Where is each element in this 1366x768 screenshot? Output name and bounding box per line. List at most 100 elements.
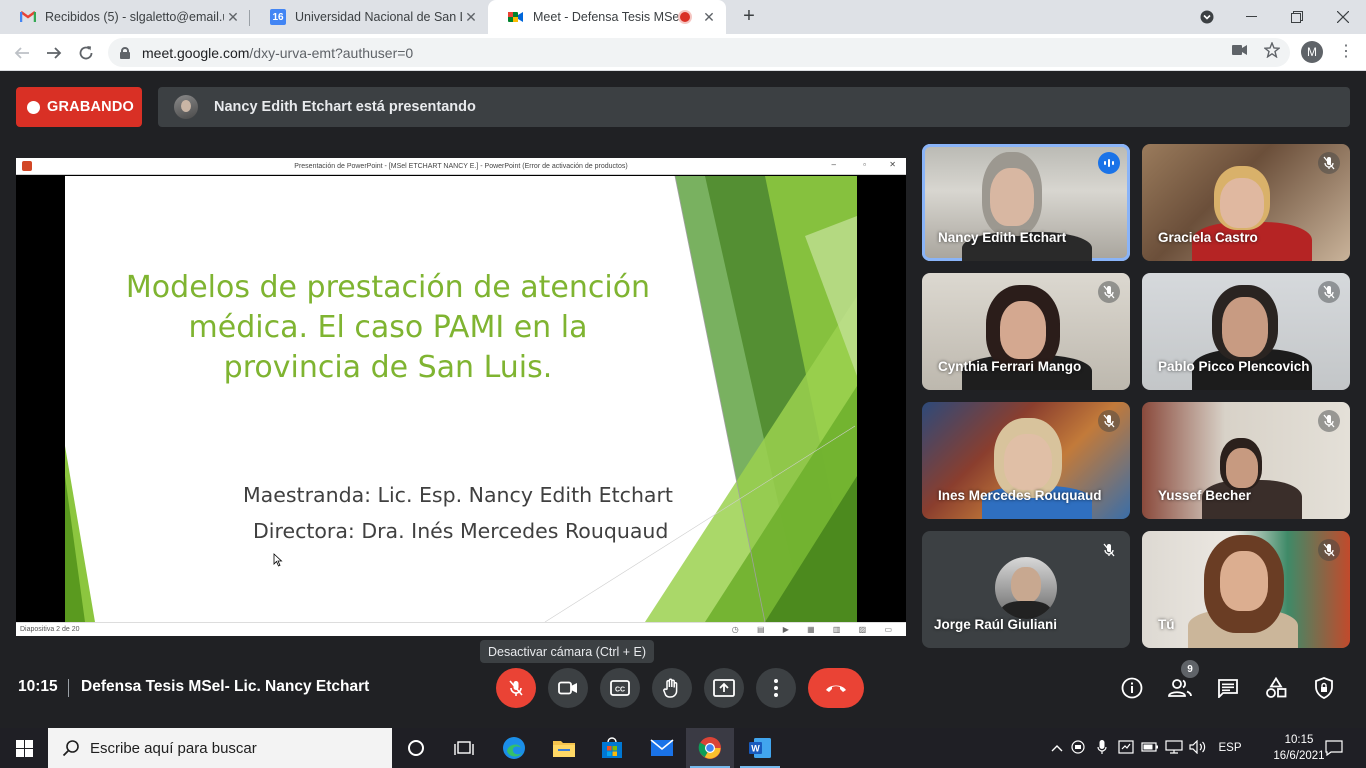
chrome-icon: [698, 737, 721, 759]
file-explorer-button[interactable]: [540, 728, 588, 768]
mic-muted-icon: [1318, 152, 1340, 174]
meeting-clock: 10:15: [18, 678, 58, 695]
hand-icon: [663, 678, 678, 698]
back-arrow-icon[interactable]: [9, 40, 35, 66]
participant-tile[interactable]: Ines Mercedes Rouquaud: [922, 402, 1130, 519]
microphone-icon[interactable]: [1090, 739, 1114, 758]
mic-muted-icon: [1318, 410, 1340, 432]
cortana-button[interactable]: [392, 728, 440, 768]
store-icon: [602, 737, 622, 758]
profile-avatar[interactable]: M: [1301, 41, 1323, 63]
mic-muted-icon: [1098, 281, 1120, 303]
participant-name: Ines Mercedes Rouquaud: [938, 488, 1102, 503]
powerpoint-window-title: Presentación de PowerPoint - [MSel ETCHA…: [294, 162, 628, 170]
leave-call-button[interactable]: [808, 668, 864, 708]
host-controls-button[interactable]: [1312, 676, 1336, 700]
camera-tooltip: Desactivar cámara (Ctrl + E): [480, 640, 655, 663]
language-indicator[interactable]: ESP: [1210, 742, 1250, 754]
recording-dot-icon: [680, 12, 690, 22]
task-view-button[interactable]: [440, 728, 488, 768]
close-tab-icon[interactable]: ✕: [700, 9, 718, 26]
system-tray: ESP: [1048, 728, 1250, 768]
tab-search-icon[interactable]: [1184, 0, 1230, 34]
captions-icon: CC: [610, 680, 630, 696]
raise-hand-button[interactable]: [652, 668, 692, 708]
participant-tile-self[interactable]: Tú: [1142, 531, 1350, 648]
participant-tile[interactable]: Cynthia Ferrari Mango: [922, 273, 1130, 390]
mail-button[interactable]: [638, 728, 686, 768]
participant-name: Pablo Picco Plencovich: [1158, 359, 1310, 374]
browser-toolbar: meet.google.com/dxy-urva-emt?authuser=0 …: [0, 34, 1366, 71]
powerpoint-statusbar: Diapositiva 2 de 20 ◷ ▤ ▶ ▦ ▥ ▨ ▭: [16, 622, 906, 636]
windows-logo-icon: [15, 739, 33, 757]
address-bar[interactable]: meet.google.com/dxy-urva-emt?authuser=0: [108, 38, 1290, 67]
presenter-banner: Nancy Edith Etchart está presentando: [158, 87, 1350, 127]
meeting-details-button[interactable]: [1120, 676, 1144, 700]
reload-icon[interactable]: [73, 40, 99, 66]
shared-presentation[interactable]: Presentación de PowerPoint - [MSel ETCHA…: [16, 158, 906, 636]
close-window-icon[interactable]: [1320, 0, 1366, 34]
close-icon: ✕: [889, 160, 896, 169]
forward-arrow-icon[interactable]: [41, 40, 67, 66]
slide-title-line: provincia de San Luis.: [223, 350, 553, 385]
divider: [68, 679, 69, 697]
browser-menu-icon[interactable]: ⋮: [1338, 42, 1354, 62]
slide: Modelos de prestación de atención médica…: [65, 176, 857, 622]
close-tab-icon[interactable]: ✕: [224, 9, 242, 26]
taskbar-search-box[interactable]: Escribe aquí para buscar: [48, 728, 392, 768]
chat-button[interactable]: [1216, 676, 1240, 700]
battery-icon[interactable]: [1138, 741, 1162, 755]
calendar-icon: 16: [270, 9, 286, 25]
toggle-mic-button[interactable]: [496, 668, 536, 708]
taskbar-clock[interactable]: 10:15 16/6/2021: [1270, 732, 1328, 764]
participant-tile[interactable]: Graciela Castro: [1142, 144, 1350, 261]
onedrive-icon[interactable]: [1114, 739, 1138, 757]
captions-button[interactable]: CC: [600, 668, 640, 708]
tab-meet[interactable]: Meet - Defensa Tesis MSel- L ✕: [488, 0, 726, 34]
svg-text:CC: CC: [615, 687, 625, 694]
taskbar-date: 16/6/2021: [1273, 750, 1325, 762]
meet-tray-icon[interactable]: [1066, 739, 1090, 757]
more-options-button[interactable]: [756, 668, 796, 708]
store-button[interactable]: [588, 728, 636, 768]
windows-taskbar: Escribe aquí para buscar W ESP 10:15 16/…: [0, 728, 1366, 768]
network-icon[interactable]: [1162, 739, 1186, 757]
record-dot-icon: [27, 100, 40, 114]
chevron-up-icon[interactable]: [1048, 741, 1066, 755]
meeting-title: Defensa Tesis MSel- Lic. Nancy Etchart: [81, 678, 370, 695]
new-tab-button[interactable]: +: [738, 5, 760, 27]
edge-icon: [503, 737, 525, 759]
chrome-button[interactable]: [686, 728, 734, 768]
close-tab-icon[interactable]: ✕: [462, 9, 480, 26]
participant-name: Cynthia Ferrari Mango: [938, 359, 1082, 374]
camera-blocked-icon[interactable]: [1231, 41, 1249, 59]
participant-tile[interactable]: Pablo Picco Plencovich: [1142, 273, 1350, 390]
toggle-camera-button[interactable]: [548, 668, 588, 708]
edge-button[interactable]: [490, 728, 538, 768]
tab-title: Recibidos (5) - slgaletto@email.u: [45, 10, 224, 24]
taskbar-time: 10:15: [1284, 734, 1314, 746]
tab-title: Meet - Defensa Tesis MSel- L: [533, 10, 680, 24]
bookmark-star-icon[interactable]: [1263, 41, 1281, 59]
participant-tile[interactable]: Nancy Edith Etchart: [922, 144, 1130, 261]
tab-gmail[interactable]: Recibidos (5) - slgaletto@email.u ✕: [0, 0, 250, 34]
start-button[interactable]: [0, 728, 48, 768]
shield-lock-icon: [1315, 677, 1333, 699]
notification-icon: [1325, 740, 1343, 756]
participants-button[interactable]: [1168, 676, 1192, 700]
participant-tile[interactable]: Yussef Becher: [1142, 402, 1350, 519]
restore-icon[interactable]: [1274, 0, 1320, 34]
mic-muted-icon: [1098, 539, 1120, 561]
participant-tile[interactable]: Jorge Raúl Giuliani: [922, 531, 1130, 648]
search-icon: [62, 740, 79, 757]
volume-icon[interactable]: [1186, 739, 1210, 757]
presenter-banner-text: Nancy Edith Etchart está presentando: [214, 99, 476, 115]
powerpoint-titlebar: Presentación de PowerPoint - [MSel ETCHA…: [16, 158, 906, 175]
notifications-button[interactable]: [1322, 728, 1346, 768]
present-screen-button[interactable]: [704, 668, 744, 708]
slide-title-line: Modelos de prestación de atención: [125, 270, 651, 305]
tab-unsl[interactable]: 16 Universidad Nacional de San Luis ✕: [250, 0, 488, 34]
activities-button[interactable]: [1264, 676, 1288, 700]
minimize-icon[interactable]: [1228, 0, 1274, 34]
word-button[interactable]: W: [736, 728, 784, 768]
